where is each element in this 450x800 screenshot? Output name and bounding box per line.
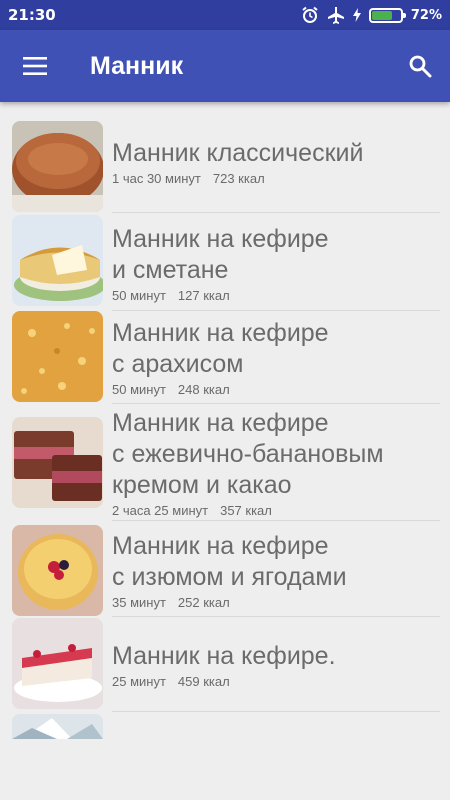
recipe-meta: 50 минут 127 ккал [112, 288, 442, 303]
recipe-time: 1 час 30 минут [112, 171, 201, 186]
recipe-kcal: 723 ккал [212, 171, 265, 186]
recipe-list-item[interactable]: Манник на кефире с изюмом и ягодами 35 мин… [0, 521, 450, 617]
status-time: 21:30 [8, 6, 56, 24]
recipe-title-line: Манник на кефире. [112, 642, 336, 670]
recipe-title: Манник классический [112, 138, 442, 169]
recipe-title-line: Манник классический [112, 139, 364, 167]
recipe-kcal: 248 ккал [177, 382, 230, 397]
recipe-text: Манник на кефире и сметане 50 минут 127 кка… [112, 224, 442, 303]
status-icons: 72% [301, 6, 442, 24]
recipe-list-item[interactable]: Манник на кефире с ежевично-банановым крем… [0, 404, 450, 521]
recipe-list-item[interactable]: Манник на кефире с арахисом 50 минут 248 кк… [0, 311, 450, 404]
recipe-title-line: с изюмом и ягодами [112, 563, 347, 591]
recipe-list-item[interactable]: Манник на кефире и сметане 50 минут 127 кка… [0, 213, 450, 311]
airplane-icon [327, 7, 344, 24]
recipe-list-item-partial[interactable] [12, 714, 103, 739]
search-icon [409, 55, 432, 78]
battery-icon [368, 7, 406, 23]
recipe-thumbnail [12, 525, 103, 616]
charging-icon [352, 8, 361, 22]
alarm-icon [302, 6, 318, 23]
recipe-meta: 35 минут 252 ккал [112, 595, 442, 610]
recipe-title: Манник на кефире с изюмом и ягодами [112, 531, 442, 593]
recipe-title-line: Манник на кефире [112, 225, 329, 253]
recipe-thumbnail [12, 215, 103, 306]
recipe-title-line: с арахисом [112, 350, 244, 378]
recipe-time: 2 часа 25 минут [112, 503, 209, 518]
recipe-list-item[interactable]: Манник на кефире. 25 минут 459 ккал [0, 617, 450, 712]
recipe-title-line: с ежевично-банановым [112, 440, 384, 468]
recipe-title-line: кремом и какао [112, 471, 292, 499]
recipe-thumbnail [12, 417, 103, 508]
recipe-thumbnail [12, 618, 103, 709]
menu-icon [23, 57, 47, 75]
recipe-time: 35 минут [112, 595, 166, 610]
list-divider [112, 711, 440, 712]
recipe-kcal: 252 ккал [177, 595, 230, 610]
recipe-thumbnail [12, 311, 103, 402]
recipe-text: Манник классический 1 час 30 минут 723 кка… [112, 138, 442, 186]
recipe-meta: 2 часа 25 минут 357 ккал [112, 503, 442, 518]
recipe-title: Манник на кефире. [112, 641, 442, 672]
recipe-kcal: 357 ккал [220, 503, 272, 518]
recipe-time: 50 минут [112, 288, 166, 303]
search-button[interactable] [390, 30, 450, 102]
recipe-text: Манник на кефире с арахисом 50 минут 248 кк… [112, 318, 442, 397]
menu-button[interactable] [0, 30, 70, 102]
recipe-text: Манник на кефире. 25 минут 459 ккал [112, 641, 442, 689]
recipe-title-line: Манник на кефире [112, 409, 329, 437]
recipe-title: Манник на кефире и сметане [112, 224, 442, 286]
battery-percent: 72% [410, 7, 442, 23]
recipe-kcal: 127 ккал [177, 288, 230, 303]
recipe-kcal: 459 ккал [177, 674, 230, 689]
status-bar: 21:30 72% [0, 0, 450, 30]
battery-fill [371, 10, 393, 20]
recipe-title-line: и сметане [112, 256, 229, 284]
recipe-title-line: Манник на кефире [112, 319, 329, 347]
recipe-meta: 25 минут 459 ккал [112, 674, 442, 689]
recipe-title: Манник на кефире с ежевично-банановым крем… [112, 408, 442, 501]
recipe-thumbnail [12, 121, 103, 212]
page-title: Манник [90, 51, 184, 80]
recipe-meta: 50 минут 248 ккал [112, 382, 442, 397]
recipe-meta: 1 час 30 минут 723 ккал [112, 171, 442, 186]
recipe-thumbnail [12, 714, 103, 739]
recipe-time: 25 минут [112, 674, 166, 689]
recipe-title-line: Манник на кефире [112, 532, 329, 560]
recipe-list-item[interactable]: Манник классический 1 час 30 минут 723 кка… [0, 118, 450, 213]
recipe-text: Манник на кефире с ежевично-банановым крем… [112, 408, 442, 518]
app-bar: Манник [0, 30, 450, 102]
recipe-title: Манник на кефире с арахисом [112, 318, 442, 380]
recipe-time: 50 минут [112, 382, 166, 397]
recipe-text: Манник на кефире с изюмом и ягодами 35 мин… [112, 531, 442, 610]
